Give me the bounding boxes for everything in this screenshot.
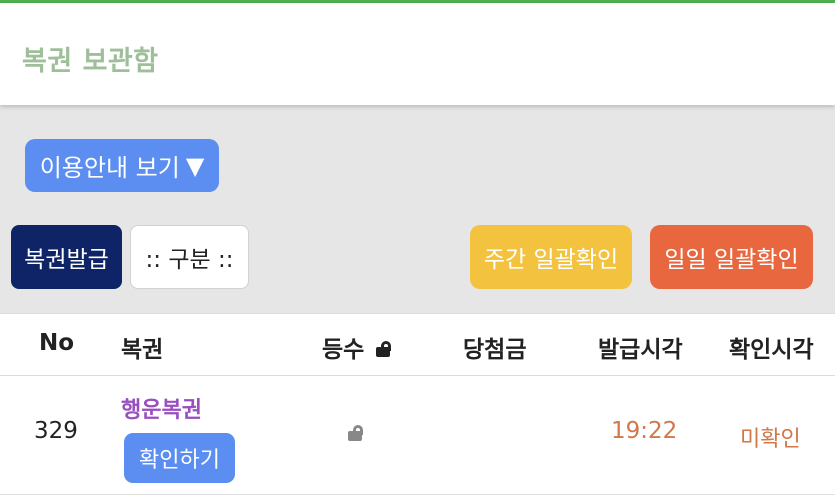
column-header-rank: 등수 — [322, 330, 394, 364]
category-select[interactable]: :: 구분 :: — [130, 225, 249, 289]
lottery-name: 행운복권 — [121, 398, 202, 423]
column-header-rank-label: 등수 — [322, 337, 365, 363]
header-divider — [0, 375, 835, 376]
issue-lottery-button[interactable]: 복권발급 — [11, 225, 122, 289]
app-header: 복권 보관함 — [0, 3, 835, 105]
unlock-icon — [376, 340, 394, 357]
confirm-button[interactable]: 확인하기 — [124, 433, 235, 483]
daily-bulk-confirm-button[interactable]: 일일 일괄확인 — [650, 225, 813, 289]
column-header-no: No — [39, 330, 75, 356]
usage-guide-button[interactable]: 이용안내 보기 ▼ — [25, 139, 219, 192]
row-number: 329 — [34, 418, 78, 444]
column-header-issued-time: 발급시각 — [598, 337, 683, 363]
row-divider — [0, 494, 835, 495]
confirmed-status: 미확인 — [740, 427, 801, 452]
lottery-table: No 복권 등수 당첨금 발급시각 확인시각 329 행운복권 확인하기 19:… — [0, 313, 835, 499]
column-header-lottery: 복권 — [121, 337, 164, 363]
column-header-prize: 당첨금 — [463, 337, 527, 363]
page-title: 복권 보관함 — [22, 46, 159, 77]
column-header-confirmed-time: 확인시각 — [729, 337, 814, 363]
usage-guide-label: 이용안내 보기 — [39, 154, 180, 182]
unlock-icon — [348, 425, 366, 441]
weekly-bulk-confirm-button[interactable]: 주간 일괄확인 — [470, 225, 632, 289]
issued-time: 19:22 — [611, 418, 678, 444]
triangle-down-icon: ▼ — [185, 151, 205, 180]
